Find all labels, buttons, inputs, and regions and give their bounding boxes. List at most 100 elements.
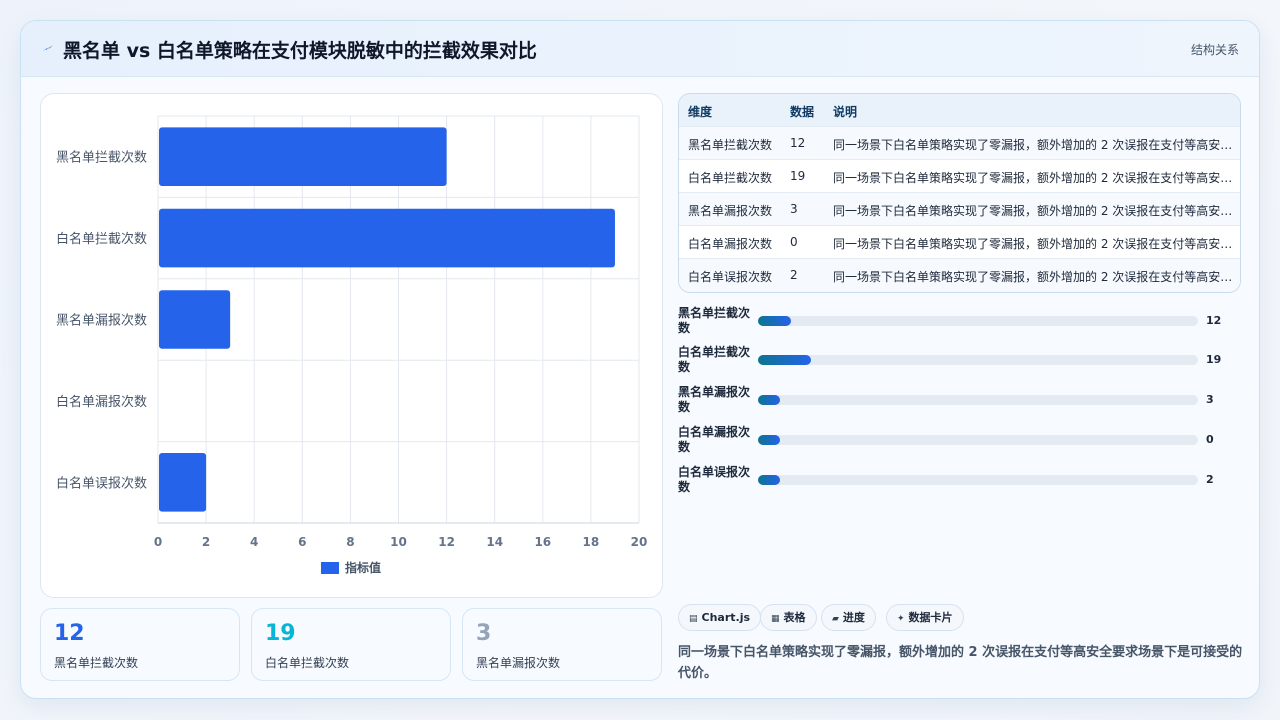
kpi-value: 19	[265, 621, 296, 646]
table-cell: 黑名单漏报次数	[688, 204, 773, 218]
bar	[159, 208, 615, 268]
tag-progress[interactable]: ▰ 进度	[821, 604, 876, 631]
table-cell: 同一场景下白名单策略实现了零漏报，额外增加的 2 次误报在支付等高安全要求场景下…	[833, 204, 1233, 218]
kpi-card: 12 黑名单拦截次数	[40, 608, 240, 681]
progress-track	[758, 395, 1198, 405]
tag-label: 进度	[842, 611, 865, 624]
table-cell: 白名单误报次数	[688, 270, 773, 284]
table-row: 白名单拦截次数 19 同一场景下白名单策略实现了零漏报，额外增加的 2 次误报在…	[679, 160, 1240, 193]
x-tick-label: 10	[390, 535, 407, 549]
kpi-value: 3	[476, 621, 492, 646]
table-cell: 白名单漏报次数	[688, 237, 773, 251]
table-cell: 同一场景下白名单策略实现了零漏报，额外增加的 2 次误报在支付等高安全要求场景下…	[833, 270, 1233, 284]
summary-text: 同一场景下白名单策略实现了零漏报，额外增加的 2 次误报在支付等高安全要求场景下…	[678, 645, 1243, 681]
progress-track	[758, 475, 1198, 485]
y-tick-label: 白名单误报次数	[56, 475, 147, 491]
table-header-row: 维度 数据 说明	[679, 94, 1240, 127]
x-tick-label: 0	[154, 535, 162, 549]
table-icon: ▦	[771, 614, 780, 624]
table-header-cell: 数据	[790, 105, 815, 119]
table-cell: 0	[790, 235, 798, 249]
table-header-cell: 维度	[688, 105, 713, 119]
progress-row: 白名单误报次数 2	[678, 465, 1241, 499]
tag-table[interactable]: ▦ 表格	[760, 604, 817, 631]
x-tick-label: 8	[346, 535, 354, 549]
table-cell: 同一场景下白名单策略实现了零漏报，额外增加的 2 次误报在支付等高安全要求场景下…	[833, 237, 1233, 251]
table-cell: 白名单拦截次数	[688, 171, 773, 185]
kpi-label: 白名单拦截次数	[265, 656, 350, 670]
spark-icon	[43, 45, 53, 51]
progress-track	[758, 435, 1198, 445]
progress-row: 黑名单漏报次数 3	[678, 385, 1241, 419]
progress-fill	[758, 316, 791, 326]
progress-label: 白名单误报次数	[678, 465, 751, 494]
table-row: 黑名单拦截次数 12 同一场景下白名单策略实现了零漏报，额外增加的 2 次误报在…	[679, 127, 1240, 160]
tag-chartjs[interactable]: ▤ Chart.js	[678, 604, 762, 631]
kpi-card: 3 黑名单漏报次数	[462, 608, 662, 681]
progress-icon: ▰	[832, 614, 839, 624]
table-cell: 19	[790, 169, 806, 183]
y-tick-label: 黑名单拦截次数	[56, 150, 147, 166]
x-tick-label: 14	[486, 535, 503, 549]
legend-label: 指标值	[345, 560, 381, 575]
tag-label: 数据卡片	[908, 611, 953, 624]
table-cell: 12	[790, 136, 806, 150]
progress-fill	[758, 475, 780, 485]
kpi-value: 12	[54, 621, 85, 646]
progress-value: 0	[1206, 433, 1214, 446]
bar	[159, 452, 207, 512]
tag-label: 表格	[783, 611, 806, 624]
table-cell: 同一场景下白名单策略实现了零漏报，额外增加的 2 次误报在支付等高安全要求场景下…	[833, 171, 1233, 185]
bar	[159, 290, 231, 349]
bar	[159, 127, 447, 187]
data-table: 维度 数据 说明 黑名单拦截次数 12 同一场景下白名单策略实现了零漏报，额外增…	[678, 93, 1241, 293]
progress-row: 白名单漏报次数 0	[678, 425, 1241, 459]
table-row: 白名单误报次数 2 同一场景下白名单策略实现了零漏报，额外增加的 2 次误报在支…	[679, 259, 1240, 292]
y-tick-label: 白名单漏报次数	[56, 394, 147, 410]
y-tick-label: 黑名单漏报次数	[56, 313, 147, 329]
progress-value: 2	[1206, 473, 1214, 486]
progress-track	[758, 316, 1198, 326]
tag-label: Chart.js	[701, 611, 751, 624]
progress-label: 白名单漏报次数	[678, 425, 751, 454]
progress-label: 白名单拦截次数	[678, 345, 751, 374]
x-tick-label: 18	[583, 535, 600, 549]
progress-fill	[758, 395, 780, 405]
x-tick-label: 16	[534, 535, 551, 549]
chart-icon: ▤	[689, 614, 698, 624]
progress-value: 3	[1206, 393, 1214, 406]
table-header-cell: 说明	[833, 105, 858, 119]
tag-data-card[interactable]: ✦ 数据卡片	[886, 604, 964, 631]
x-tick-label: 12	[438, 535, 455, 549]
progress-value: 12	[1206, 314, 1222, 327]
card-icon: ✦	[897, 614, 905, 624]
bar-chart: 0 2 4 6 8 10 12 14 16 18 20 黑名单拦截次数白名单拦截次数黑名单漏报次数白名…	[56, 115, 648, 575]
y-tick-label: 白名单拦截次数	[56, 231, 147, 247]
x-tick-label: 2	[202, 535, 210, 549]
progress-row: 黑名单拦截次数 12	[678, 306, 1241, 340]
legend-swatch	[321, 562, 339, 574]
progress-value: 19	[1206, 353, 1222, 366]
kpi-label: 黑名单漏报次数	[476, 656, 561, 670]
progress-label: 黑名单拦截次数	[678, 306, 751, 335]
progress-fill	[758, 355, 811, 365]
header-bar: 黑名单 vs 白名单策略在支付模块脱敏中的拦截效果对比 结构关系	[21, 21, 1259, 77]
structure-label[interactable]: 结构关系	[1191, 41, 1239, 58]
x-tick-label: 20	[631, 535, 648, 549]
x-tick-label: 4	[250, 535, 258, 549]
table-row: 黑名单漏报次数 3 同一场景下白名单策略实现了零漏报，额外增加的 2 次误报在支…	[679, 193, 1240, 226]
table-cell: 3	[790, 202, 798, 216]
table-row: 白名单漏报次数 0 同一场景下白名单策略实现了零漏报，额外增加的 2 次误报在支…	[679, 226, 1240, 259]
page-title: 黑名单 vs 白名单策略在支付模块脱敏中的拦截效果对比	[63, 40, 537, 62]
x-tick-label: 6	[298, 535, 306, 549]
table-cell: 同一场景下白名单策略实现了零漏报，额外增加的 2 次误报在支付等高安全要求场景下…	[833, 138, 1233, 152]
progress-label: 黑名单漏报次数	[678, 385, 751, 414]
progress-track	[758, 355, 1198, 365]
main-panel: 黑名单 vs 白名单策略在支付模块脱敏中的拦截效果对比 结构关系 0 2 4 6 8 10…	[20, 20, 1260, 699]
kpi-label: 黑名单拦截次数	[54, 656, 139, 670]
bar-chart-card: 0 2 4 6 8 10 12 14 16 18 20 黑名单拦截次数 白名单拦截次数 黑名单漏报次数 白名…	[40, 93, 663, 598]
table-cell: 黑名单拦截次数	[688, 138, 773, 152]
kpi-card: 19 白名单拦截次数	[251, 608, 451, 681]
table-cell: 2	[790, 268, 798, 282]
progress-fill	[758, 435, 780, 445]
